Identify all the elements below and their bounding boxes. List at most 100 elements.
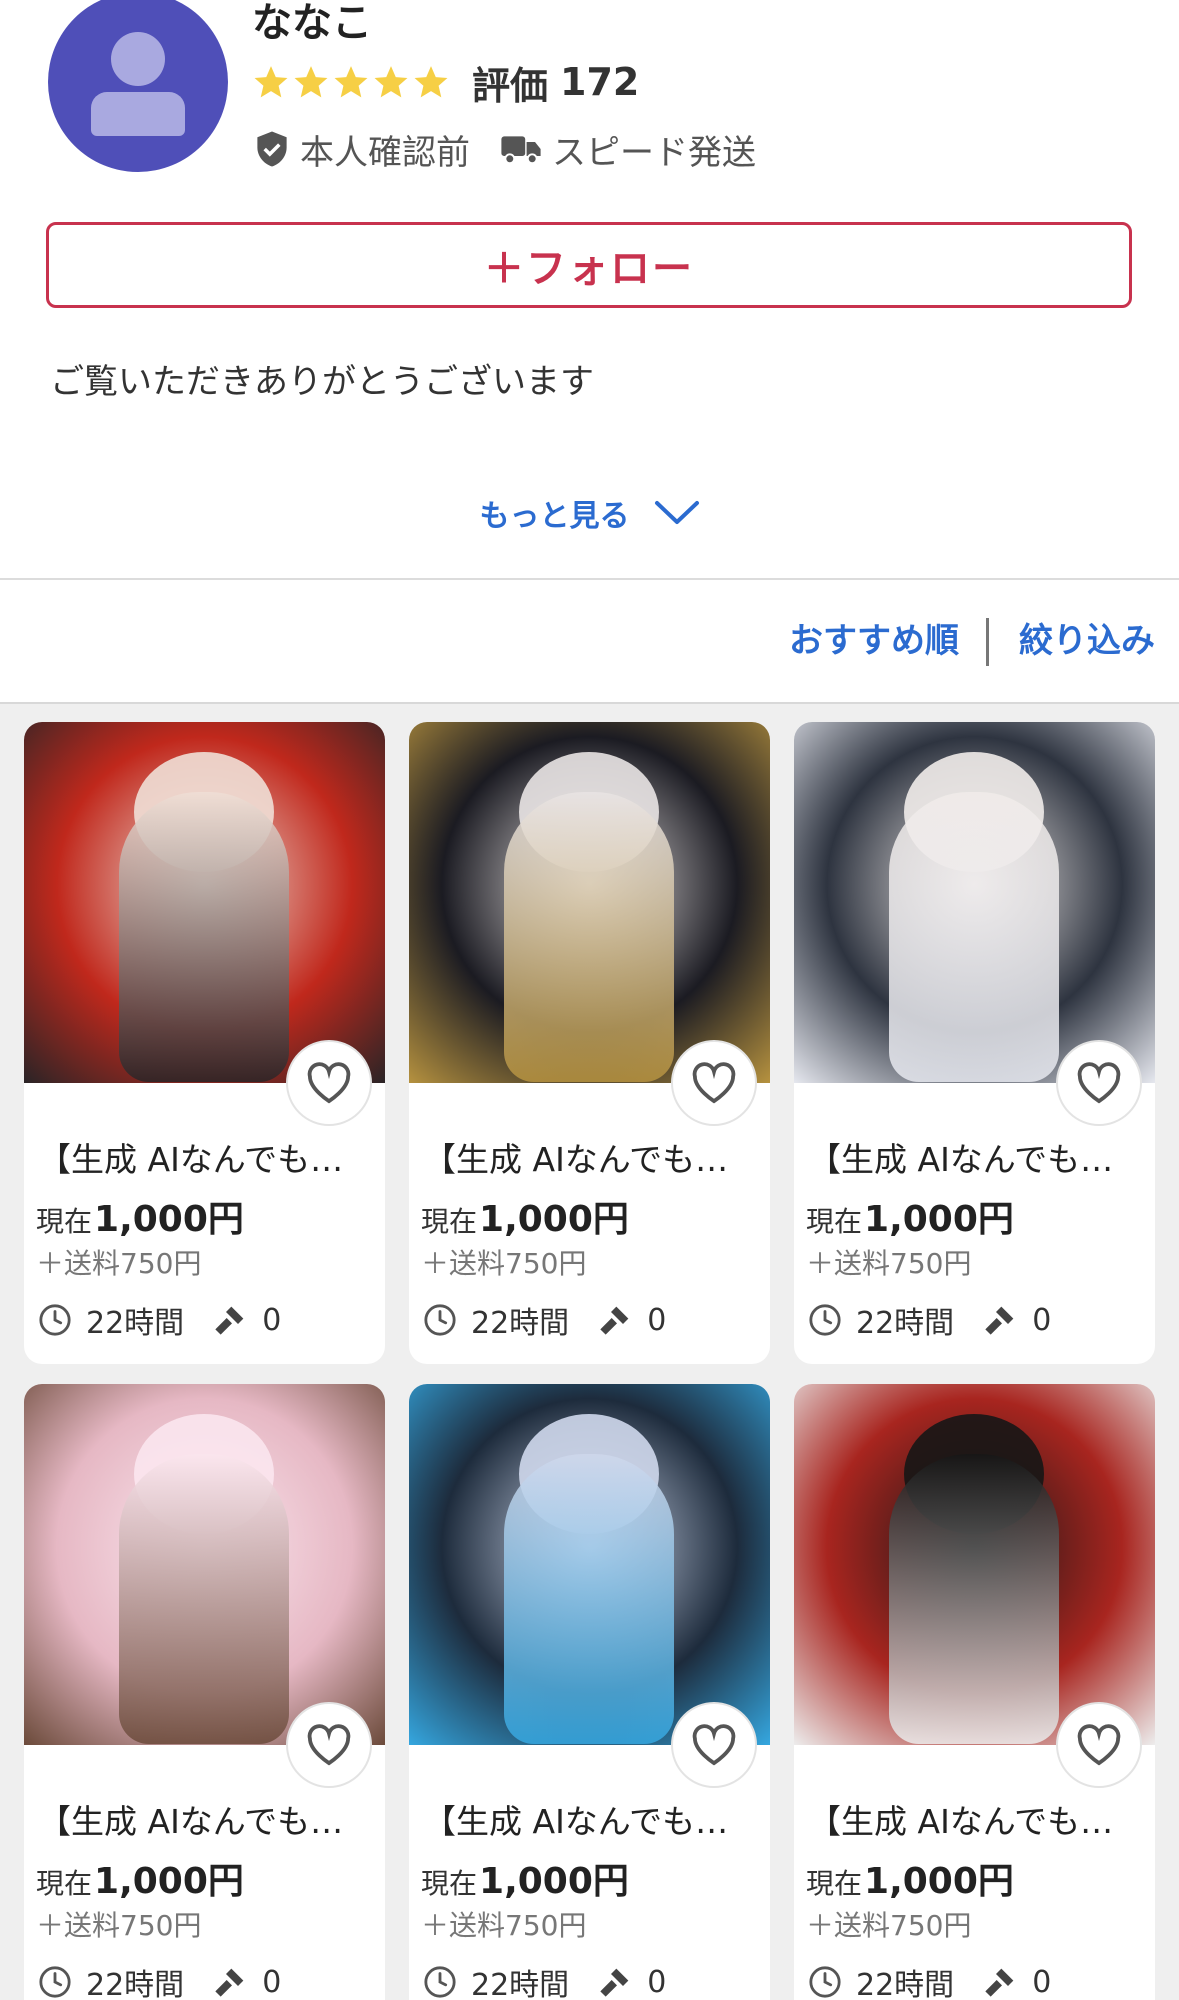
- shipping-fee: ＋送料750円: [36, 1909, 202, 1942]
- speed-shipping-badge: スピード発送: [500, 125, 756, 174]
- auction-meta: 22時間 0: [423, 1300, 667, 1341]
- clock-icon: [424, 1966, 456, 1998]
- favorite-button[interactable]: [1056, 1040, 1142, 1126]
- price-row: 現在 1,000円: [36, 1190, 244, 1242]
- rating-row[interactable]: 評価 172: [252, 58, 640, 108]
- thumbnail-figure-body: [119, 792, 289, 1082]
- thumbnail-figure-body: [889, 792, 1059, 1082]
- shield-check-icon: [257, 131, 287, 167]
- gavel-icon: [985, 1306, 1014, 1335]
- time-left: 22時間: [86, 1968, 185, 2000]
- sort-bar: おすすめ順 絞り込み: [0, 580, 1179, 702]
- seller-name[interactable]: ななこ: [252, 0, 372, 46]
- current-price: 1,000円: [864, 1861, 1014, 1902]
- product-title[interactable]: 【生成 AIなんでも…: [38, 1799, 376, 1845]
- current-price: 1,000円: [479, 1861, 629, 1902]
- follow-button[interactable]: ＋フォロー: [46, 222, 1132, 308]
- clock-icon: [424, 1304, 456, 1336]
- product-card[interactable]: 【生成 AIなんでも… 現在 1,000円 ＋送料750円 22時間 0: [24, 1384, 385, 2000]
- product-card[interactable]: 【生成 AIなんでも… 現在 1,000円 ＋送料750円 22時間 0: [24, 722, 385, 1364]
- product-card[interactable]: 【生成 AIなんでも… 現在 1,000円 ＋送料750円 22時間 0: [409, 722, 770, 1364]
- price-label: 現在: [421, 1205, 478, 1238]
- avatar[interactable]: [48, 0, 228, 172]
- gavel-icon: [215, 1968, 244, 1997]
- bid-count: 0: [262, 1302, 282, 1338]
- product-thumbnail[interactable]: [24, 722, 385, 1083]
- rating-count: 172: [560, 60, 640, 104]
- time-left: 22時間: [856, 1968, 955, 2000]
- product-title[interactable]: 【生成 AIなんでも…: [423, 1137, 761, 1183]
- auction-meta: 22時間 0: [423, 1962, 666, 2000]
- product-title[interactable]: 【生成 AIなんでも…: [38, 1137, 376, 1183]
- star-icon: [254, 66, 288, 98]
- identity-badge-label: 本人確認前: [300, 132, 470, 173]
- product-card[interactable]: 【生成 AIなんでも… 現在 1,000円 ＋送料750円 22時間 0: [409, 1384, 770, 2000]
- filter-button[interactable]: 絞り込み: [1019, 618, 1155, 664]
- shipping-fee: ＋送料750円: [806, 1909, 972, 1942]
- bid-count: 0: [1032, 1302, 1052, 1338]
- gavel-icon: [600, 1306, 629, 1335]
- product-thumbnail[interactable]: [409, 1384, 770, 1745]
- thumbnail-figure-body: [119, 1454, 289, 1744]
- clock-icon: [809, 1304, 841, 1336]
- price-label: 現在: [421, 1867, 478, 1900]
- favorite-button[interactable]: [671, 1702, 757, 1788]
- current-price: 1,000円: [864, 1199, 1014, 1240]
- product-title[interactable]: 【生成 AIなんでも…: [808, 1799, 1146, 1845]
- sort-order-button[interactable]: おすすめ順: [789, 618, 959, 664]
- shipping-fee: ＋送料750円: [421, 1909, 587, 1942]
- heart-icon: [692, 1062, 736, 1104]
- favorite-button[interactable]: [671, 1040, 757, 1126]
- grid-divider: [0, 702, 1179, 704]
- identity-badge: 本人確認前: [254, 125, 470, 174]
- shipping-fee: ＋送料750円: [806, 1247, 972, 1280]
- star-icon: [374, 66, 408, 98]
- thumbnail-figure-body: [504, 1454, 674, 1744]
- gavel-icon: [985, 1968, 1014, 1997]
- product-card[interactable]: 【生成 AIなんでも… 現在 1,000円 ＋送料750円 22時間 0: [794, 1384, 1155, 2000]
- bid-count: 0: [262, 1964, 282, 2000]
- truck-icon: [501, 136, 541, 165]
- favorite-button[interactable]: [286, 1702, 372, 1788]
- price-row: 現在 1,000円: [421, 1190, 629, 1242]
- price-label: 現在: [36, 1867, 93, 1900]
- star-icon: [334, 66, 368, 98]
- clock-icon: [39, 1304, 71, 1336]
- heart-icon: [692, 1724, 736, 1766]
- auction-meta: 22時間 0: [808, 1962, 1051, 2000]
- product-thumbnail[interactable]: [409, 722, 770, 1083]
- current-price: 1,000円: [479, 1199, 629, 1240]
- product-title[interactable]: 【生成 AIなんでも…: [423, 1799, 761, 1845]
- auction-meta: 22時間 0: [38, 1300, 282, 1341]
- seller-profile: ななこ 評価 172 本人確認前 スピード発送 ＋フォロー ご覧いただきありがと…: [0, 0, 1179, 578]
- rating-label: 評価: [472, 63, 549, 108]
- time-left: 22時間: [856, 1306, 955, 1341]
- heart-icon: [307, 1724, 351, 1766]
- show-more-link[interactable]: もっと見る: [0, 488, 1179, 538]
- rating-stars: [252, 63, 450, 101]
- product-thumbnail[interactable]: [24, 1384, 385, 1745]
- product-thumbnail[interactable]: [794, 722, 1155, 1083]
- price-row: 現在 1,000円: [806, 1190, 1014, 1242]
- shipping-fee: ＋送料750円: [36, 1247, 202, 1280]
- favorite-button[interactable]: [1056, 1702, 1142, 1788]
- seller-intro: ご覧いただきありがとうございます: [50, 362, 594, 402]
- price-row: 現在 1,000円: [36, 1852, 244, 1904]
- favorite-button[interactable]: [286, 1040, 372, 1126]
- show-more-label: もっと見る: [479, 499, 630, 534]
- auction-meta: 22時間 0: [38, 1962, 281, 2000]
- heart-icon: [1077, 1724, 1121, 1766]
- product-card[interactable]: 【生成 AIなんでも… 現在 1,000円 ＋送料750円 22時間 0: [794, 722, 1155, 1364]
- avatar-body-shape: [91, 92, 185, 136]
- speed-shipping-label: スピード発送: [552, 132, 756, 173]
- bid-count: 0: [647, 1302, 667, 1338]
- price-label: 現在: [806, 1205, 863, 1238]
- chevron-down-icon: [654, 501, 699, 524]
- price-label: 現在: [806, 1867, 863, 1900]
- price-row: 現在 1,000円: [806, 1852, 1014, 1904]
- gavel-icon: [600, 1968, 629, 1997]
- product-title[interactable]: 【生成 AIなんでも…: [808, 1137, 1146, 1183]
- clock-icon: [809, 1966, 841, 1998]
- product-thumbnail[interactable]: [794, 1384, 1155, 1745]
- heart-icon: [307, 1062, 351, 1104]
